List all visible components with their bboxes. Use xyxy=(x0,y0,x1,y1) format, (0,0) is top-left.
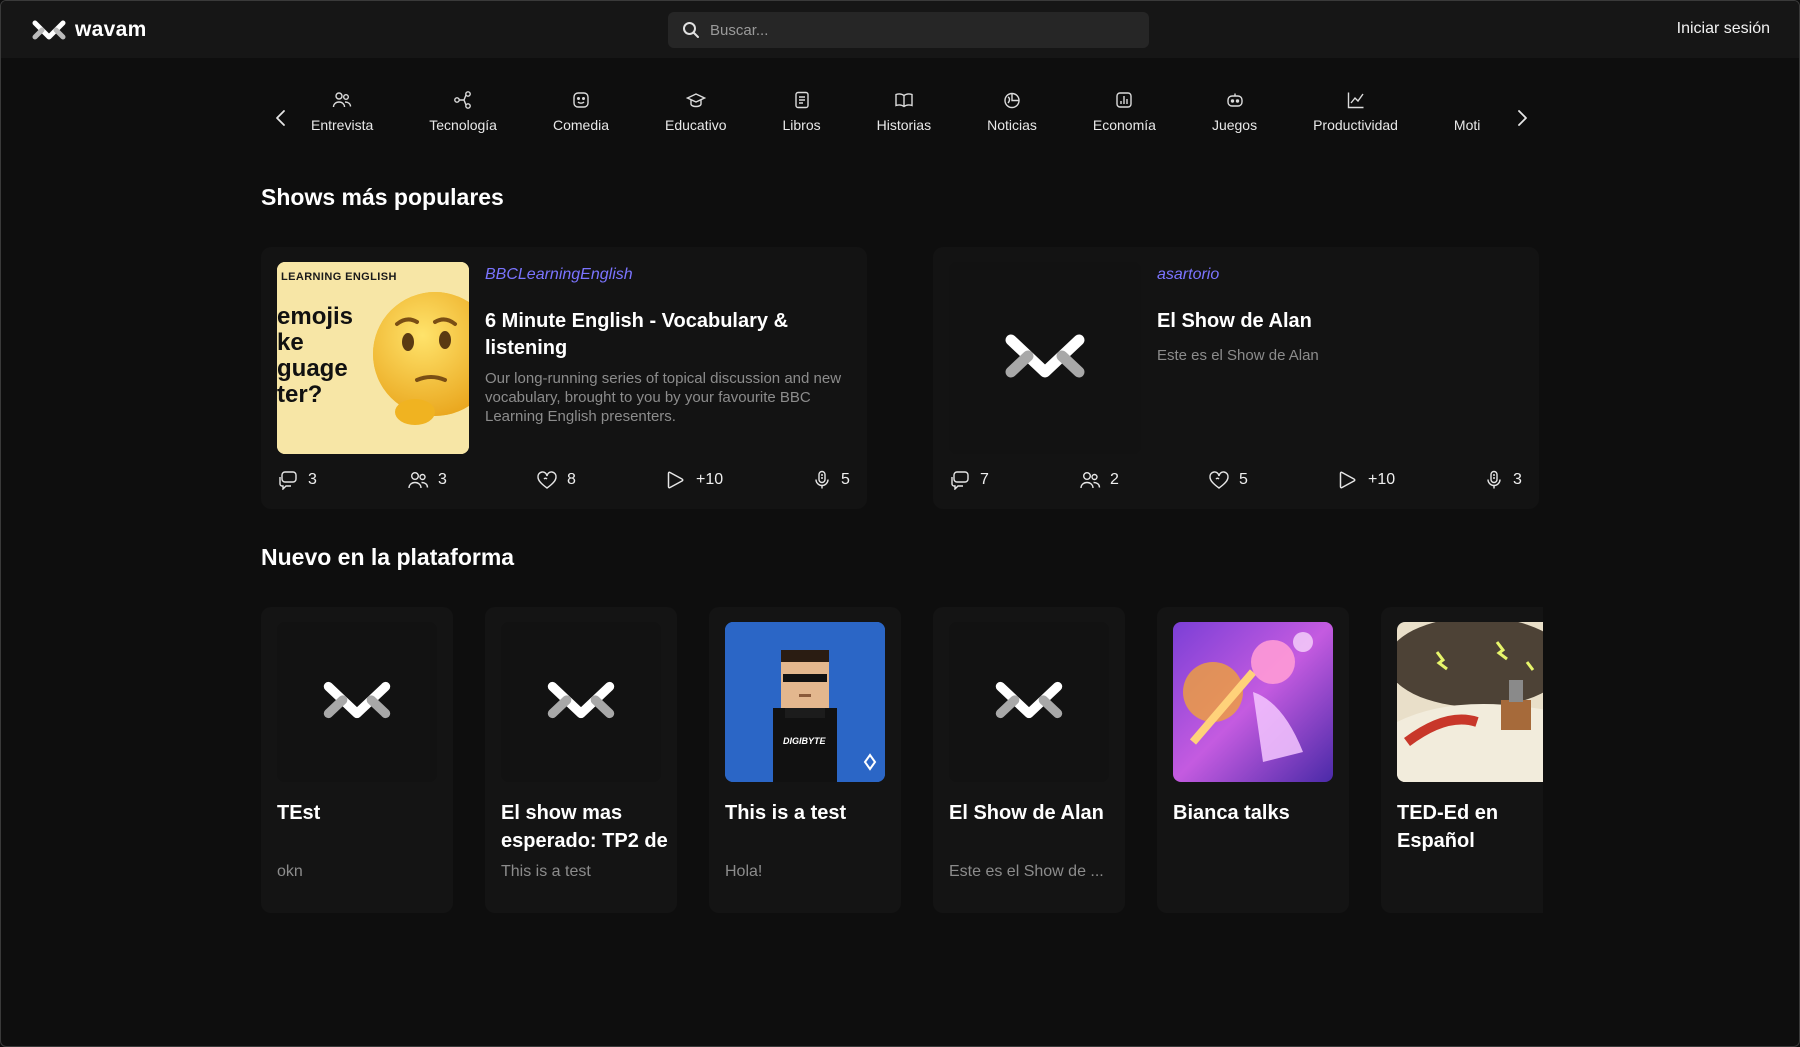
show-title: El show mas esperado: TP2 de xyxy=(501,802,668,852)
show-title: TEst xyxy=(277,802,321,824)
chevron-left-icon[interactable] xyxy=(272,109,290,127)
new-show-card[interactable]: El Show de Alan Este es el Show de ... xyxy=(933,607,1125,913)
show-description: Hola! xyxy=(725,863,763,880)
stat-likes: 5 xyxy=(1208,470,1248,490)
app-window: wavam Iniciar sesión Entr xyxy=(0,0,1800,1047)
wavam-logo-icon xyxy=(992,678,1066,727)
popular-section-title: Shows más populares xyxy=(261,184,504,210)
users-icon xyxy=(407,470,429,490)
stat-likes: 8 xyxy=(536,470,576,490)
category-moti[interactable]: Moti xyxy=(1426,89,1505,133)
new-show-card[interactable]: TEst okn xyxy=(261,607,453,913)
new-section-title: Nuevo en la plataforma xyxy=(261,544,515,570)
play-icon xyxy=(1337,470,1359,490)
notebook-icon xyxy=(791,89,813,111)
graduation-cap-icon xyxy=(685,89,707,111)
wavam-logo-icon xyxy=(544,678,618,727)
new-show-card[interactable]: DIGIBYTE This is a test Hola! xyxy=(709,607,901,913)
category-libros[interactable]: Libros xyxy=(754,89,848,133)
show-description: okn xyxy=(277,863,303,880)
category-entrevista[interactable]: Entrevista xyxy=(299,89,401,133)
share-nodes-icon xyxy=(452,89,474,111)
category-list: Entrevista Tecnología Comedia Educativo … xyxy=(299,89,1505,149)
open-book-icon xyxy=(893,89,915,111)
search-bar[interactable] xyxy=(668,12,1149,48)
bar-chart-icon xyxy=(1113,89,1135,111)
show-title: El Show de Alan xyxy=(949,802,1104,824)
show-cover-placeholder xyxy=(949,262,1141,454)
category-productividad[interactable]: Productividad xyxy=(1285,89,1426,133)
stat-comments: 7 xyxy=(949,470,989,490)
search-input[interactable] xyxy=(710,21,1130,39)
show-cover-placeholder xyxy=(949,622,1109,782)
category-juegos[interactable]: Juegos xyxy=(1184,89,1285,133)
users-icon xyxy=(331,89,353,111)
show-cover xyxy=(1173,622,1333,782)
new-show-card[interactable]: El show mas esperado: TP2 de This is a t… xyxy=(485,607,677,913)
category-noticias[interactable]: Noticias xyxy=(959,89,1065,133)
show-stats: 7 2 5 +10 3 xyxy=(949,470,1523,494)
globe-chart-icon xyxy=(1001,89,1023,111)
stat-followers: 2 xyxy=(1079,470,1119,490)
show-description: Our long-running series of topical discu… xyxy=(485,370,842,425)
show-title: TED-Ed en Español xyxy=(1397,802,1499,852)
show-author-link[interactable]: BBCLearningEnglish xyxy=(485,266,633,284)
comments-icon xyxy=(277,470,299,490)
show-title: 6 Minute English - Vocabulary & listenin… xyxy=(485,310,789,359)
brand-logo[interactable]: wavam xyxy=(32,18,147,42)
show-cover-placeholder xyxy=(277,622,437,782)
stat-followers: 3 xyxy=(407,470,447,490)
category-tecnologia[interactable]: Tecnología xyxy=(401,89,525,133)
users-icon xyxy=(1079,470,1101,490)
wavam-logo-icon xyxy=(1001,330,1089,387)
line-chart-icon xyxy=(1345,89,1367,111)
show-description: This is a test xyxy=(501,863,591,880)
top-bar: wavam Iniciar sesión xyxy=(1,1,1799,58)
show-description: Este es el Show de Alan xyxy=(1157,347,1319,364)
show-stats: 3 3 8 +10 5 xyxy=(277,470,851,494)
stat-episodes: 5 xyxy=(812,470,850,490)
search-icon xyxy=(682,21,700,39)
robot-icon xyxy=(1224,89,1246,111)
popular-show-card[interactable]: LEARNING ENGLISH emojis ke guage ter? BB… xyxy=(261,247,867,509)
show-title: Bianca talks xyxy=(1173,802,1290,824)
mask-smile-icon xyxy=(570,89,592,111)
comments-icon xyxy=(949,470,971,490)
show-description: Este es el Show de ... xyxy=(949,863,1104,880)
show-cover: LEARNING ENGLISH emojis ke guage ter? xyxy=(277,262,469,454)
chevron-right-icon[interactable] xyxy=(1513,109,1531,127)
brand-name: wavam xyxy=(75,18,147,41)
microphone-icon xyxy=(1484,470,1504,490)
show-cover xyxy=(1397,622,1543,782)
new-show-card[interactable]: Bianca talks xyxy=(1157,607,1349,913)
play-icon xyxy=(665,470,687,490)
login-button[interactable]: Iniciar sesión xyxy=(1677,20,1770,38)
show-title: El Show de Alan xyxy=(1157,310,1312,332)
show-cover: DIGIBYTE xyxy=(725,622,885,782)
category-historias[interactable]: Historias xyxy=(849,89,959,133)
category-comedia[interactable]: Comedia xyxy=(525,89,637,133)
category-economia[interactable]: Economía xyxy=(1065,89,1184,133)
stat-plays: +10 xyxy=(665,470,723,490)
stat-episodes: 3 xyxy=(1484,470,1522,490)
heart-icon xyxy=(536,470,558,490)
stat-plays: +10 xyxy=(1337,470,1395,490)
popular-show-card[interactable]: asartorio El Show de Alan Este es el Sho… xyxy=(933,247,1539,509)
new-show-card[interactable]: TED-Ed en Español xyxy=(1381,607,1543,913)
stat-comments: 3 xyxy=(277,470,317,490)
wavam-logo-icon xyxy=(320,678,394,727)
microphone-icon xyxy=(812,470,832,490)
wavam-logo-icon xyxy=(32,20,66,40)
show-author-link[interactable]: asartorio xyxy=(1157,266,1219,284)
heart-icon xyxy=(1208,470,1230,490)
show-title: This is a test xyxy=(725,802,847,824)
new-shows-row: TEst okn El show mas esperado: TP2 de Th… xyxy=(261,601,1543,921)
show-cover-placeholder xyxy=(501,622,661,782)
category-educativo[interactable]: Educativo xyxy=(637,89,754,133)
category-carousel: Entrevista Tecnología Comedia Educativo … xyxy=(261,89,1541,149)
